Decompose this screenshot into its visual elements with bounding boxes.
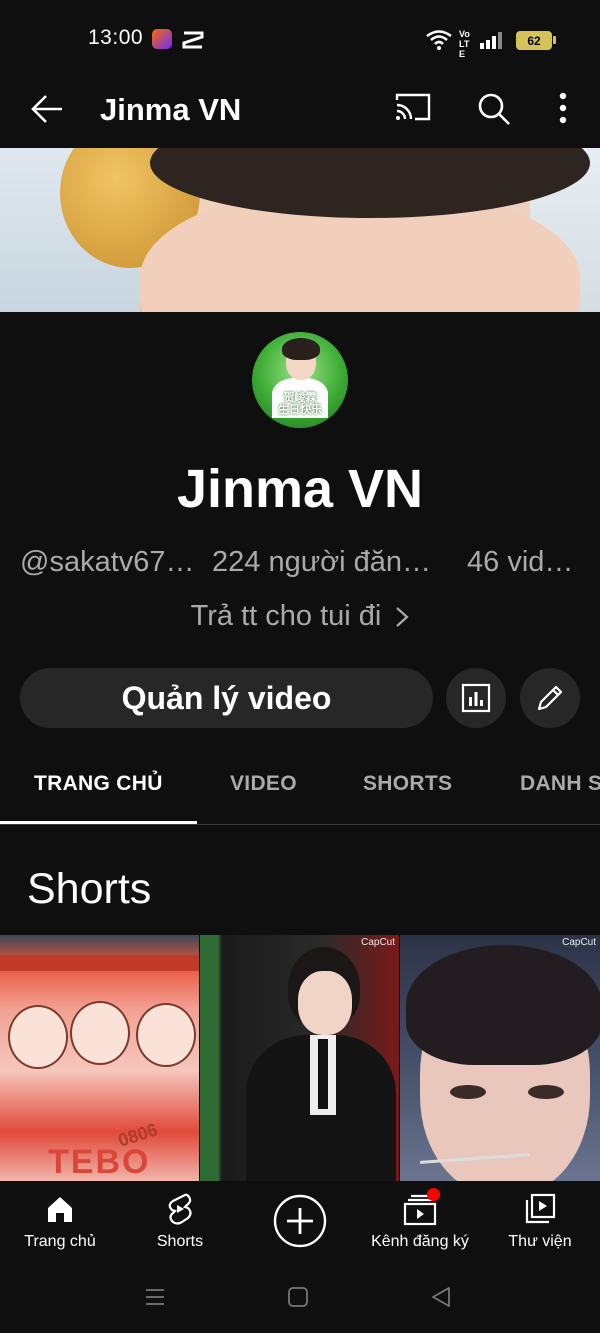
capcut-watermark: CapCut xyxy=(562,937,596,948)
create-plus-icon xyxy=(273,1194,327,1248)
bottom-navigation: Trang chủ Shorts Kênh đăng ký Thư viện xyxy=(0,1181,600,1269)
channel-tabs: TRANG CHỦ VIDEO SHORTS DANH S xyxy=(0,748,600,825)
lazada-app-icon xyxy=(152,29,172,49)
thumb-overlay-text: TEBO xyxy=(48,1143,151,1181)
tab-videos[interactable]: VIDEO xyxy=(230,772,297,796)
shorts-thumbnail[interactable]: CapCut xyxy=(200,935,399,1181)
status-time: 13:00 xyxy=(88,26,144,49)
shorts-section-title: Shorts xyxy=(27,865,152,913)
nav-label: Kênh đăng ký xyxy=(371,1233,469,1250)
nav-shorts[interactable]: Shorts xyxy=(120,1181,240,1269)
edit-pencil-icon xyxy=(537,685,563,711)
cast-icon[interactable] xyxy=(395,92,431,122)
wifi-icon xyxy=(426,30,452,50)
video-count: 46 vid… xyxy=(467,546,574,578)
channel-name: Jinma VN xyxy=(176,459,424,519)
notification-dot xyxy=(427,1188,440,1201)
nav-subscriptions[interactable]: Kênh đăng ký xyxy=(360,1181,480,1269)
avatar-text-line1: 贺峻霖 xyxy=(283,392,317,404)
search-icon[interactable] xyxy=(477,92,511,126)
channel-handle: @sakatv67… xyxy=(20,546,195,578)
back-system-icon[interactable] xyxy=(430,1286,452,1308)
app-bar-title: Jinma VN xyxy=(100,92,242,127)
nav-label: Trang chủ xyxy=(24,1233,96,1250)
nav-label: Shorts xyxy=(156,1233,204,1250)
tab-home[interactable]: TRANG CHỦ xyxy=(34,772,163,796)
nav-home[interactable]: Trang chủ xyxy=(0,1181,120,1269)
active-tab-indicator xyxy=(0,821,197,824)
avatar-text-line2: 生日快乐 xyxy=(278,404,322,416)
system-navigation-bar xyxy=(0,1269,600,1333)
back-arrow-icon[interactable] xyxy=(30,94,64,124)
edit-channel-button[interactable] xyxy=(520,668,580,728)
shorts-thumbnail[interactable]: 0806 TEBO xyxy=(0,935,199,1181)
description-text: Trả tt cho tui đi xyxy=(190,600,382,632)
analytics-button[interactable] xyxy=(446,668,506,728)
app-bar: Jinma VN xyxy=(0,80,600,148)
chevron-right-icon xyxy=(396,606,410,627)
shorts-icon xyxy=(168,1193,192,1225)
tab-playlists[interactable]: DANH S xyxy=(520,772,600,796)
capcut-app-icon xyxy=(182,31,204,49)
channel-description[interactable]: Trả tt cho tui đi xyxy=(0,600,600,633)
channel-banner xyxy=(0,148,600,312)
home-system-icon[interactable] xyxy=(287,1286,309,1308)
nav-label: Thư viện xyxy=(508,1233,572,1250)
subscriber-count: 224 người đăn… xyxy=(212,546,432,578)
library-icon xyxy=(525,1193,556,1224)
status-bar: 13:00 Vo LTE 62 xyxy=(0,0,600,80)
recent-apps-icon[interactable] xyxy=(145,1287,165,1307)
nav-create[interactable] xyxy=(240,1181,360,1269)
nav-library[interactable]: Thư viện xyxy=(480,1181,600,1269)
channel-avatar[interactable]: 贺峻霖 生日快乐 xyxy=(252,332,348,428)
home-icon xyxy=(48,1197,72,1222)
manage-videos-button[interactable]: Quản lý video xyxy=(20,668,433,728)
capcut-watermark: CapCut xyxy=(361,937,395,948)
tab-shorts[interactable]: SHORTS xyxy=(363,772,452,796)
battery-icon: 62 xyxy=(516,31,556,50)
volte-icon: Vo LTE xyxy=(459,29,470,59)
analytics-icon xyxy=(461,683,491,713)
shorts-thumbnail[interactable]: CapCut xyxy=(400,935,600,1181)
signal-icon xyxy=(480,32,502,49)
more-vert-icon[interactable] xyxy=(558,92,568,124)
